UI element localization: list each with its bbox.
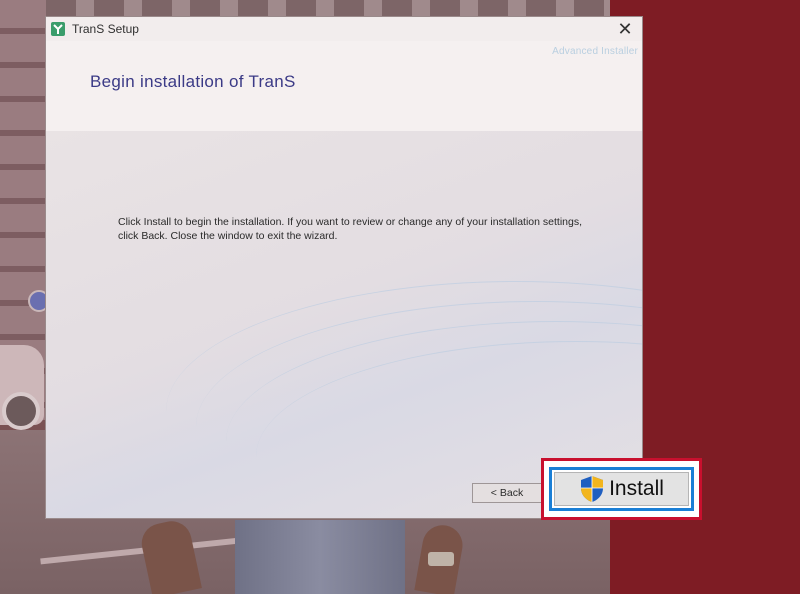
brand-watermark: Advanced Installer — [552, 46, 638, 57]
window-title: TranS Setup — [72, 22, 139, 36]
background-top-strip — [46, 0, 610, 16]
background-jeans — [235, 520, 405, 594]
background-watch — [428, 552, 454, 566]
close-icon[interactable]: ✕ — [614, 19, 636, 39]
background-wheel — [2, 392, 40, 430]
instructions-line-2: click Back. Close the window to exit the… — [118, 230, 338, 242]
trans-logo-icon — [50, 21, 66, 37]
install-label: Install — [609, 477, 664, 500]
wizard-header: Advanced Installer Begin installation of… — [46, 41, 642, 131]
instructions-line-1: Click Install to begin the installation.… — [118, 216, 582, 228]
setup-window: TranS Setup ✕ Advanced Installer Begin i… — [45, 16, 643, 519]
page-title: Begin installation of TranS — [90, 72, 296, 91]
instructions-text: Click Install to begin the installation.… — [118, 215, 618, 243]
uac-shield-icon — [581, 476, 604, 502]
install-button-face[interactable]: Install — [554, 472, 689, 506]
title-bar[interactable]: TranS Setup ✕ — [46, 17, 642, 41]
install-highlight-frame: Install — [541, 458, 702, 520]
install-button[interactable]: Install — [549, 467, 694, 511]
back-button[interactable]: < Back — [472, 483, 542, 503]
